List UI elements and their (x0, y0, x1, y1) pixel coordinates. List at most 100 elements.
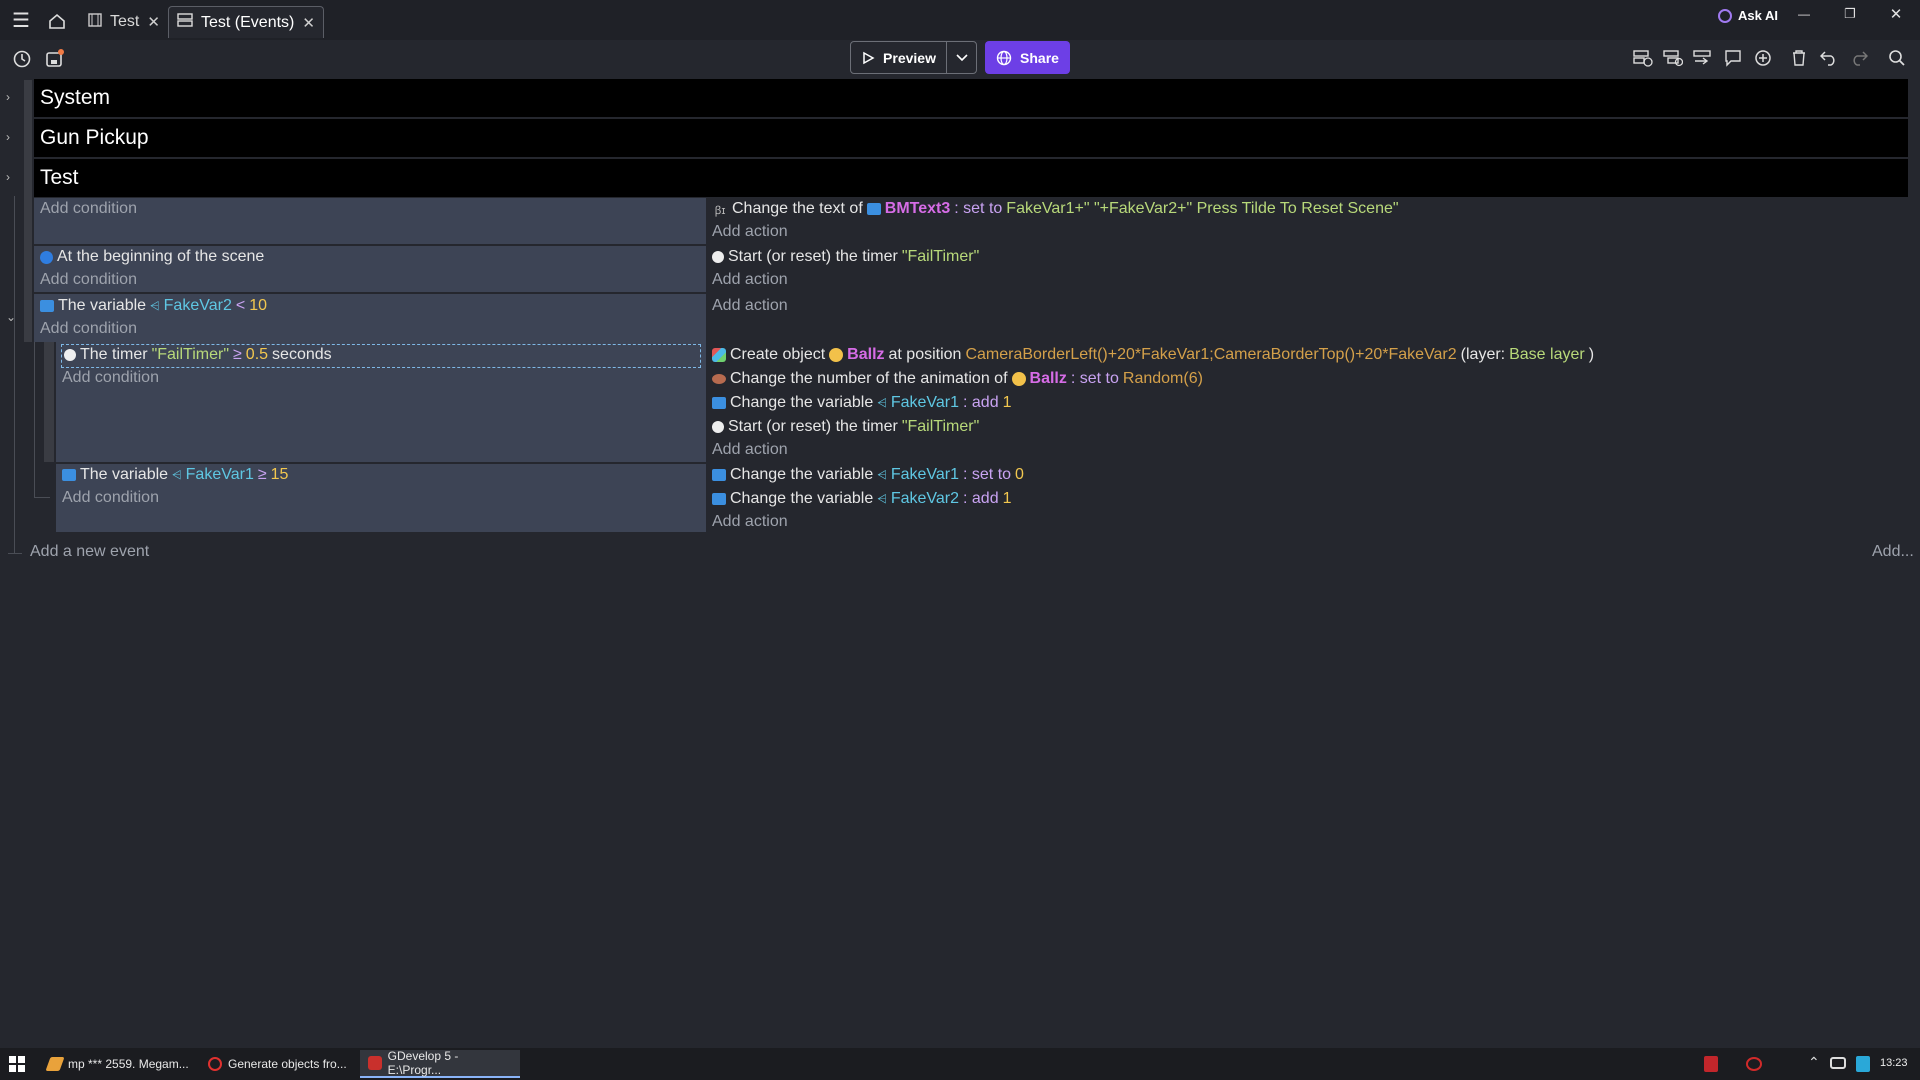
clock[interactable]: 13:23 (1880, 1057, 1908, 1069)
group-label: Gun Pickup (40, 126, 149, 149)
timer-icon (712, 251, 724, 263)
group-test[interactable]: Test (34, 159, 1908, 197)
add-condition-link[interactable]: Add condition (40, 200, 137, 218)
share-label: Share (1020, 49, 1059, 66)
variable-name: FakeVar1 (890, 394, 960, 411)
share-button[interactable]: Share (985, 41, 1070, 74)
chevron-down-icon[interactable] (947, 53, 976, 62)
ai-icon (1718, 8, 1732, 23)
tab-test-events[interactable]: Test (Events) ✕ (168, 6, 324, 38)
action-text: Change the variable (730, 394, 874, 411)
preview-main[interactable]: Preview (851, 42, 947, 73)
windows-start-icon[interactable] (8, 1055, 26, 1073)
action-text: Change the variable (730, 490, 874, 507)
restore-button[interactable]: ❐ (1838, 4, 1862, 24)
value: "FailTimer" (901, 418, 980, 435)
chevron-right-icon[interactable]: › (6, 170, 10, 184)
action-row[interactable]: Change the variable ⩤ FakeVar2 : add 1 (712, 490, 1012, 508)
unit: seconds (272, 346, 332, 363)
search-icon[interactable] (1886, 47, 1908, 69)
variable-icon (712, 469, 726, 481)
add-action-link[interactable]: Add action (712, 271, 788, 289)
add-condition-link[interactable]: Add condition (40, 320, 137, 338)
chevron-right-icon[interactable]: › (6, 130, 10, 144)
position-expression: CameraBorderLeft()+20*FakeVar1;CameraBor… (965, 346, 1457, 363)
value: 1 (1002, 490, 1012, 507)
group-gun-pickup[interactable]: Gun Pickup (34, 119, 1908, 157)
gamepad-icon[interactable] (1830, 1057, 1846, 1069)
text-icon: ꞵɪ (714, 205, 726, 217)
tree-line (8, 553, 22, 554)
preview-button[interactable]: Preview (850, 41, 977, 74)
variable-name: FakeVar2 (163, 297, 232, 314)
home-icon[interactable] (46, 10, 68, 32)
action-row[interactable]: Change the variable ⩤ FakeVar1 : add 1 (712, 394, 1012, 412)
tray-app-icon[interactable] (1746, 1057, 1762, 1071)
add-action-link[interactable]: Add action (712, 297, 788, 315)
condition-row[interactable]: The variable ⩤ FakeVar2 < 10 (40, 297, 267, 315)
close-icon[interactable]: ✕ (147, 13, 160, 31)
minimize-button[interactable]: — (1792, 4, 1816, 24)
condition-row-selected[interactable]: The timer "FailTimer" ≥ 0.5 seconds (64, 346, 332, 364)
add-condition-link[interactable]: Add condition (62, 489, 159, 507)
add-action-link[interactable]: Add action (712, 441, 788, 459)
action-row[interactable]: Start (or reset) the timer "FailTimer" (712, 418, 979, 436)
action-text: Change the text of (732, 200, 863, 217)
redo-icon[interactable] (1848, 47, 1870, 69)
value: 10 (249, 297, 267, 314)
tab-test[interactable]: Test ✕ (80, 6, 168, 38)
create-object-icon (712, 348, 726, 362)
value: FakeVar1+" "+FakeVar2+" Press Tilde To R… (1006, 200, 1399, 217)
menu-icon[interactable]: ☰ (8, 8, 34, 32)
action-row[interactable]: Change the variable ⩤ FakeVar1 : set to … (712, 466, 1024, 484)
ball-object-icon (1011, 372, 1026, 386)
add-subevent-icon[interactable] (1662, 47, 1684, 69)
save-icon[interactable] (42, 47, 66, 71)
trash-icon[interactable] (1788, 47, 1810, 69)
history-icon[interactable] (10, 47, 34, 71)
scene-variable-icon: ⩤ (877, 467, 887, 482)
add-action-link[interactable]: Add action (712, 513, 788, 531)
undo-icon[interactable] (1818, 47, 1840, 69)
chevron-up-icon[interactable]: ⌃ (1808, 1054, 1820, 1071)
timer-icon (712, 421, 724, 433)
variable-icon (712, 397, 726, 409)
action-row[interactable]: Change the number of the animation of Ba… (712, 370, 1203, 388)
condition-row[interactable]: At the beginning of the scene (40, 248, 264, 266)
tray-app-icon[interactable] (1856, 1056, 1870, 1072)
taskbar-item[interactable]: mp *** 2559. Megam... (40, 1050, 197, 1078)
close-icon[interactable]: ✕ (302, 14, 315, 32)
ask-ai-button[interactable]: Ask AI (1718, 8, 1778, 23)
chevron-right-icon[interactable]: › (6, 90, 10, 104)
add-group-icon[interactable] (1692, 47, 1714, 69)
action-text: (layer: (1460, 346, 1506, 363)
taskbar-item-active[interactable]: GDevelop 5 - E:\Progr... (360, 1049, 520, 1078)
add-circle-icon[interactable] (1752, 47, 1774, 69)
operator: : set to (963, 466, 1012, 483)
tray-app-icon[interactable] (1704, 1056, 1718, 1072)
group-label: System (40, 86, 111, 109)
action-row[interactable]: Create object Ballz at position CameraBo… (712, 346, 1594, 364)
close-window-button[interactable]: ✕ (1884, 4, 1908, 24)
condition-row[interactable]: The variable ⩤ FakeVar1 ≥ 15 (62, 466, 288, 484)
globe-icon (996, 50, 1012, 65)
group-system[interactable]: System (34, 79, 1908, 117)
action-row[interactable]: ꞵɪ Change the text of BMText3 : set to F… (712, 200, 1399, 218)
add-event-icon[interactable] (1632, 47, 1654, 69)
add-condition-link[interactable]: Add condition (62, 369, 159, 387)
action-text: at position (888, 346, 962, 363)
taskbar-item[interactable]: Generate objects fro... (200, 1050, 355, 1078)
chevron-down-icon[interactable]: ⌄ (6, 310, 16, 324)
add-condition-link[interactable]: Add condition (40, 271, 137, 289)
add-action-link[interactable]: Add action (712, 223, 788, 241)
add-comment-icon[interactable] (1722, 47, 1744, 69)
action-row[interactable]: Start (or reset) the timer "FailTimer" (712, 248, 979, 266)
condition-text: At the beginning of the scene (57, 248, 265, 265)
add-new-event-link[interactable]: Add a new event (30, 543, 149, 561)
ask-ai-label: Ask AI (1738, 8, 1778, 23)
value: Random(6) (1122, 370, 1203, 387)
add-more-button[interactable]: Add... (1872, 543, 1914, 561)
condition-text: The variable (80, 466, 169, 483)
app-icon (45, 1057, 65, 1071)
value: 1 (1002, 394, 1012, 411)
